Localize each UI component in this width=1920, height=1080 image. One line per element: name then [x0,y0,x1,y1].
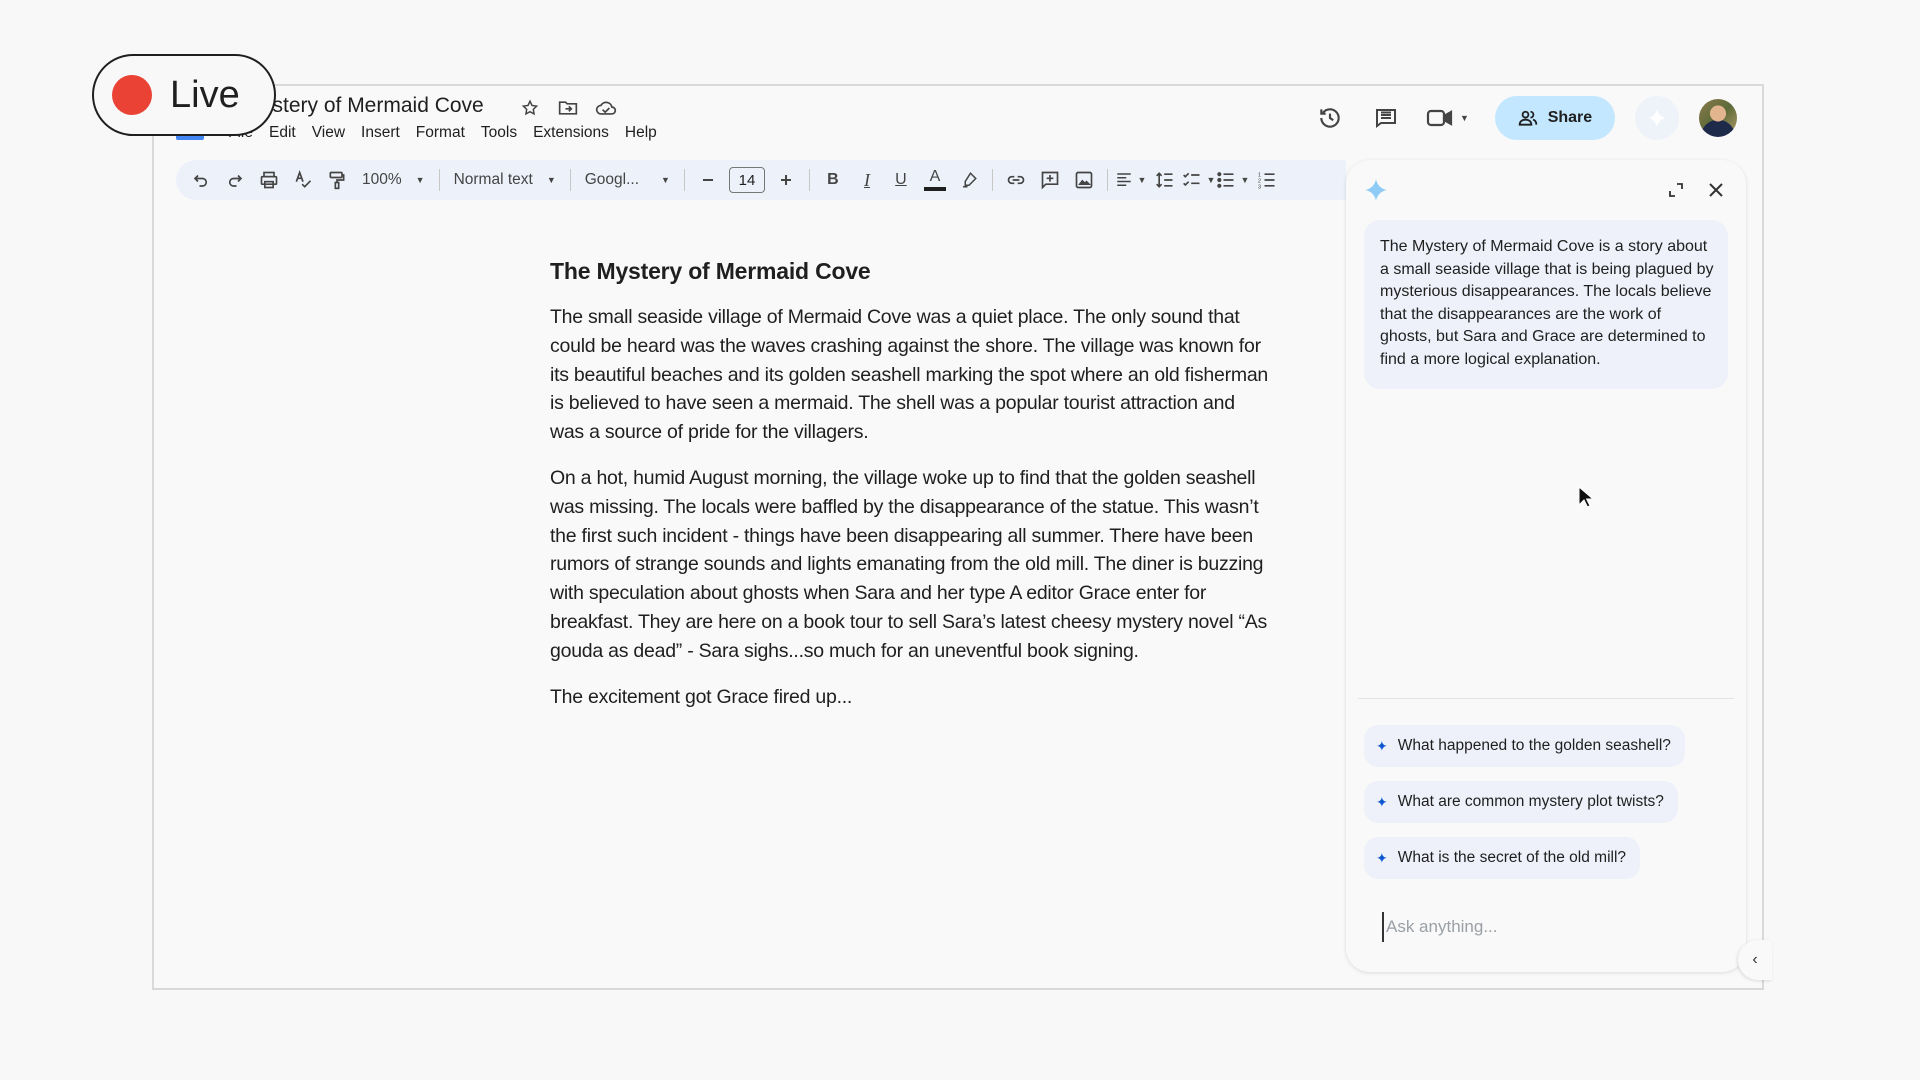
meet-icon [1426,109,1453,127]
font-select[interactable]: Googl... ▼ [577,164,678,196]
chevron-down-icon: ▼ [415,175,425,185]
gemini-button[interactable] [1634,96,1679,140]
print-icon[interactable] [252,164,286,196]
document-heading: The Mystery of Mermaid Cove [550,258,871,284]
document-paragraph: The small seaside village of Mermaid Cov… [550,306,1269,444]
chevron-down-icon: ▼ [661,175,670,185]
chevron-left-icon: ‹ [1752,951,1758,968]
suggestion-chip[interactable]: ✦ What are common mystery plot twists? [1364,781,1678,823]
bold-icon[interactable]: B [816,164,850,196]
toolbar-divider [808,169,810,191]
menu-view[interactable]: View [304,124,353,142]
link-icon[interactable] [999,164,1033,196]
toolbar: 100% ▼ Normal text ▼ Googl... ▼ 14 B I U… [176,160,1346,200]
chevron-down-icon: ▼ [1240,175,1250,185]
share-button[interactable]: Share [1494,96,1615,140]
bulleted-list-select[interactable]: ▼ [1216,164,1250,196]
suggestion-text: What are common mystery plot twists? [1397,793,1664,810]
line-spacing-icon[interactable] [1148,164,1182,196]
live-badge: Live [92,54,276,136]
paint-format-icon[interactable] [320,164,354,196]
move-to-folder-icon[interactable] [556,96,580,120]
menu-help[interactable]: Help [617,124,665,142]
collapse-panel-button[interactable]: ‹ [1738,940,1772,980]
comments-icon[interactable] [1366,98,1406,138]
share-label: Share [1547,109,1593,126]
menu-insert[interactable]: Insert [353,124,408,142]
people-icon [1518,110,1537,126]
menu-format[interactable]: Format [408,124,473,142]
suggestion-chip[interactable]: ✦ What is the secret of the old mill? [1364,837,1641,879]
align-left-icon [1117,173,1132,186]
zoom-value: 100% [362,171,402,188]
align-select[interactable]: ▼ [1114,164,1148,196]
toolbar-divider [991,169,993,191]
undo-icon[interactable] [184,164,218,196]
insert-image-icon[interactable] [1067,164,1101,196]
sparkle-icon: ✦ [1376,793,1388,810]
chevron-down-icon: ▼ [546,175,556,185]
recording-dot-icon [112,75,152,115]
menu-extensions[interactable]: Extensions [525,124,617,142]
bulleted-list-icon [1217,172,1234,188]
svg-text:3: 3 [1258,184,1261,190]
live-label: Live [170,73,240,116]
chevron-down-icon: ▼ [1137,175,1147,185]
highlight-icon[interactable] [952,164,986,196]
checklist-icon [1183,172,1200,187]
document-page[interactable]: The Mystery of Mermaid Cove The small se… [550,258,1270,728]
menu-tools[interactable]: Tools [473,124,525,142]
mouse-cursor-icon [1578,486,1594,508]
decrease-font-size-button[interactable] [691,164,725,196]
numbered-list-icon[interactable]: 123 [1250,164,1284,196]
sparkle-icon [1647,108,1667,128]
gemini-sparkle-icon [1364,178,1388,207]
toolbar-divider [683,169,685,191]
document-paragraph: The excitement got Grace fired up... [550,685,853,708]
suggestion-text: What happened to the golden seashell? [1397,737,1671,754]
italic-icon[interactable]: I [850,164,884,196]
summary-response: The Mystery of Mermaid Cove is a story a… [1364,220,1728,389]
sparkle-icon: ✦ [1376,849,1388,866]
star-icon[interactable] [518,96,542,120]
text-color-icon[interactable]: A [918,164,952,196]
paragraph-style-select[interactable]: Normal text ▼ [446,164,564,196]
expand-icon[interactable] [1662,176,1690,204]
suggestion-text: What is the secret of the old mill? [1397,849,1627,866]
font-value: Googl... [584,171,640,188]
meet-button[interactable]: ▼ [1426,107,1469,129]
document-title[interactable]: ystery of Mermaid Cove [262,94,484,118]
suggestion-chip[interactable]: ✦ What happened to the golden seashell? [1364,725,1685,767]
increase-font-size-button[interactable] [769,164,803,196]
add-comment-icon[interactable] [1033,164,1067,196]
gemini-side-panel: The Mystery of Mermaid Cove is a story a… [1346,160,1746,972]
panel-divider [1358,698,1734,699]
close-icon[interactable] [1702,176,1730,204]
menu-bar: File Edit View Insert Format Tools Exten… [220,124,665,142]
toolbar-divider [438,169,440,191]
toolbar-divider [569,169,571,191]
version-history-icon[interactable] [1310,98,1350,138]
checklist-select[interactable]: ▼ [1182,164,1216,196]
user-avatar[interactable] [1698,99,1737,137]
paragraph-style-value: Normal text [453,171,533,188]
chevron-down-icon: ▼ [1206,175,1216,185]
redo-icon[interactable] [218,164,252,196]
sparkle-icon: ✦ [1376,737,1388,754]
chevron-down-icon: ▼ [1460,113,1469,123]
underline-icon[interactable]: U [884,164,918,196]
document-paragraph: On a hot, humid August morning, the vill… [550,466,1267,662]
ask-anything-input[interactable] [1382,912,1712,942]
zoom-select[interactable]: 100% ▼ [354,164,433,196]
font-size-input[interactable]: 14 [728,167,765,193]
spellcheck-icon[interactable] [286,164,320,196]
cloud-saved-icon[interactable] [594,96,618,120]
toolbar-divider [1106,169,1108,191]
menu-edit[interactable]: Edit [261,124,304,142]
